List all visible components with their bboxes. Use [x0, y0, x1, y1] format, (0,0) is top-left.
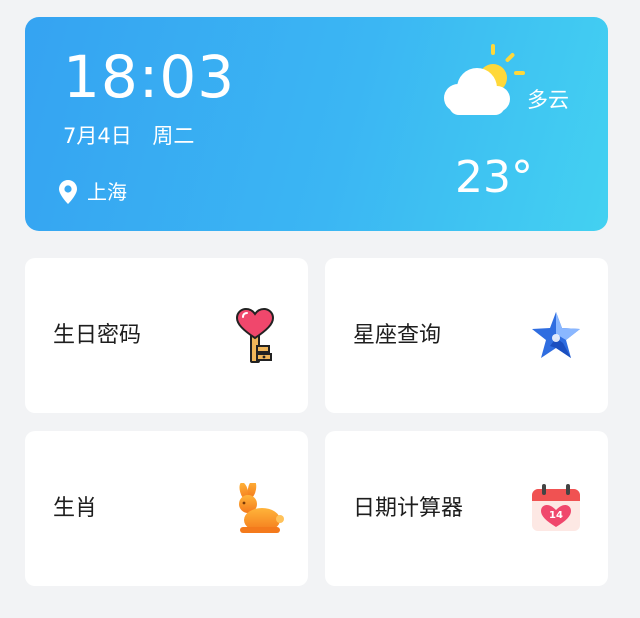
partly-cloudy-icon: [444, 44, 525, 115]
calendar-icon-day: 14: [549, 510, 563, 521]
location-name: 上海: [87, 180, 127, 204]
clock-date: 7月4日 周二: [63, 124, 195, 148]
star-icon: [532, 312, 580, 358]
tile-label: 生肖: [53, 496, 98, 521]
tile-constellation[interactable]: 星座查询: [325, 258, 608, 413]
weather-card[interactable]: 18:03 7月4日 周二 上海 多云 23°: [25, 17, 608, 231]
temperature: 23°: [455, 152, 533, 203]
tile-birthday-password[interactable]: 生日密码: [25, 258, 308, 413]
heart-key-icon: [235, 308, 275, 363]
tile-label: 日期计算器: [353, 496, 464, 521]
calendar-icon: 14: [532, 484, 580, 531]
rabbit-icon: [239, 483, 284, 533]
location-pin-icon: [59, 180, 77, 204]
tile-label: 星座查询: [353, 323, 442, 348]
weather-condition: 多云: [527, 88, 569, 112]
clock-time: 18:03: [63, 43, 236, 111]
tile-label: 生日密码: [53, 323, 142, 348]
location[interactable]: 上海: [59, 177, 127, 207]
tile-date-calculator[interactable]: 日期计算器 14: [325, 431, 608, 586]
tile-zodiac[interactable]: 生肖: [25, 431, 308, 586]
